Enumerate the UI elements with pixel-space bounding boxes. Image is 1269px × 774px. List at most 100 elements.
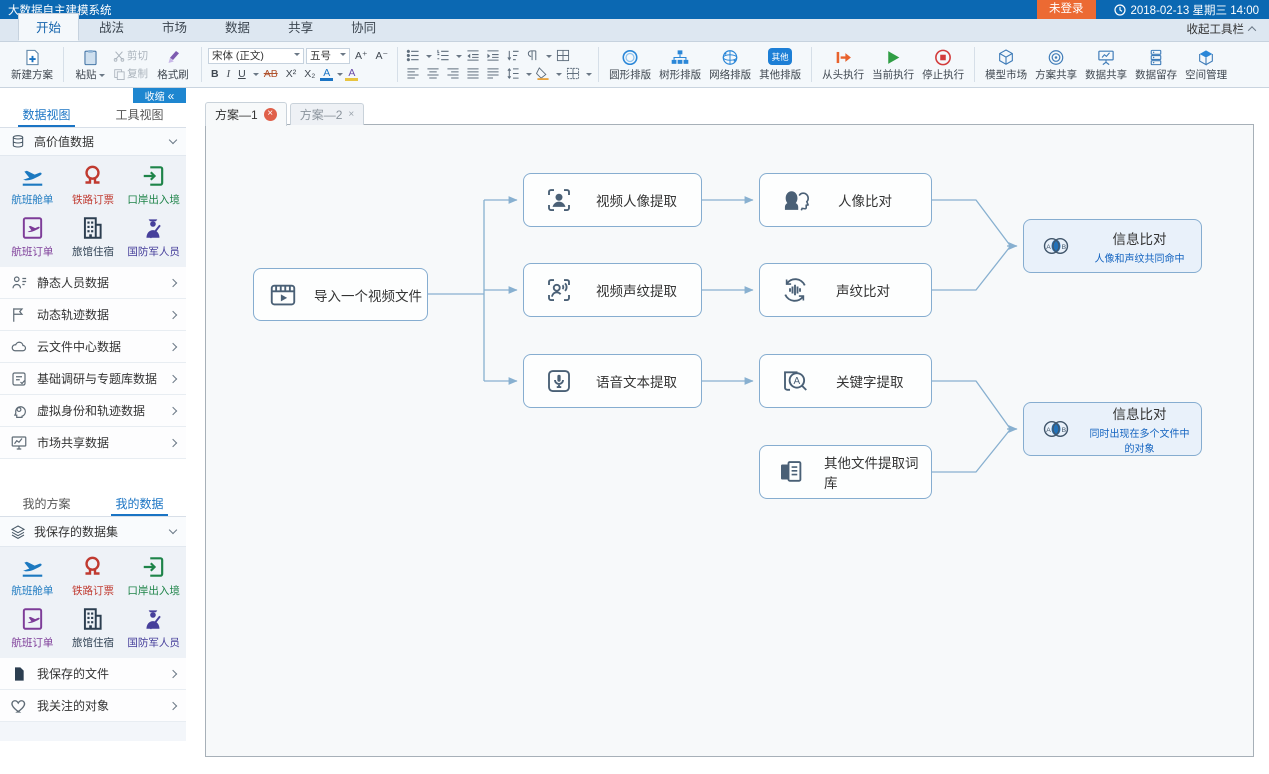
- close-tab-icon[interactable]: ×: [264, 108, 277, 121]
- plan-share-button[interactable]: 方案共享: [1031, 45, 1081, 84]
- cut-button[interactable]: 剪切: [110, 48, 151, 63]
- doc-tab-plan-1[interactable]: 方案—1 ×: [205, 102, 287, 126]
- tree-layout-button[interactable]: 树形排版: [655, 45, 705, 84]
- category-dynamic-trajectory[interactable]: 动态轨迹数据: [0, 299, 186, 331]
- sort-button[interactable]: [504, 48, 522, 63]
- flow-node-video-face-extract[interactable]: 视频人像提取: [523, 173, 702, 227]
- close-tab-icon[interactable]: ×: [348, 109, 354, 120]
- copy-button[interactable]: 复制: [110, 66, 151, 81]
- bold-button[interactable]: B: [208, 67, 222, 82]
- dataset-border-entry-exit[interactable]: 口岸出入境: [123, 554, 184, 598]
- dataset-flight-order[interactable]: 航班订单: [2, 606, 63, 650]
- ribbon-tab-home[interactable]: 开始: [18, 13, 79, 41]
- dataset-hotel-stay[interactable]: 旅馆住宿: [63, 606, 124, 650]
- ribbon-tab-collab[interactable]: 协同: [333, 13, 394, 41]
- section-saved-datasets[interactable]: 我保存的数据集: [0, 517, 186, 547]
- dataset-military-personnel[interactable]: 国防军人员: [123, 215, 184, 259]
- indent-decrease-button[interactable]: [464, 48, 482, 63]
- new-plan-button[interactable]: 新建方案: [7, 45, 57, 84]
- highlight-button[interactable]: A: [345, 68, 358, 81]
- flow-node-import-video[interactable]: 导入一个视频文件: [253, 268, 428, 321]
- superscript-button[interactable]: X²: [283, 67, 300, 82]
- strikethrough-button[interactable]: AB: [261, 67, 281, 82]
- collapse-toolbar-button[interactable]: 收起工具栏: [1187, 21, 1256, 41]
- flow-node-info-compare-2[interactable]: A B 信息比对 同时出现在多个文件中的对象: [1023, 402, 1202, 456]
- dropdown-caret: [294, 53, 300, 59]
- dataset-rail-ticket[interactable]: 铁路订票: [63, 163, 124, 207]
- italic-button[interactable]: I: [224, 67, 234, 82]
- flow-node-voiceprint-compare[interactable]: 声纹比对: [759, 263, 932, 317]
- font-family-select[interactable]: 宋体 (正文): [208, 48, 304, 64]
- flow-node-face-compare[interactable]: 人像比对: [759, 173, 932, 227]
- flow-node-keyword-extract[interactable]: A 关键字提取: [759, 354, 932, 408]
- align-left-button[interactable]: [404, 66, 422, 81]
- login-status-badge[interactable]: 未登录: [1037, 0, 1096, 19]
- dataset-hotel-stay[interactable]: 旅馆住宿: [63, 215, 124, 259]
- flow-node-other-file-lexicon[interactable]: 其他文件提取词库: [759, 445, 932, 499]
- flow-canvas[interactable]: 导入一个视频文件 视频人像提取 视频声纹提取: [205, 124, 1254, 757]
- table-button[interactable]: [554, 48, 572, 63]
- dataset-rail-ticket[interactable]: 铁路订票: [63, 554, 124, 598]
- dataset-military-personnel[interactable]: 国防军人员: [123, 606, 184, 650]
- ribbon-tab-tactics[interactable]: 战法: [81, 13, 142, 41]
- justify-button[interactable]: [464, 66, 482, 81]
- tab-tool-view[interactable]: 工具视图: [93, 104, 186, 127]
- my-saved-files[interactable]: 我保存的文件: [0, 658, 186, 690]
- circle-layout-button[interactable]: 圆形排版: [605, 45, 655, 84]
- category-research-thematic[interactable]: 基础调研与专题库数据: [0, 363, 186, 395]
- other-layout-button[interactable]: 其他 其他排版: [755, 45, 805, 84]
- data-share-button[interactable]: 数据共享: [1081, 45, 1131, 84]
- flow-node-speech-text-extract[interactable]: 语音文本提取: [523, 354, 702, 408]
- dataset-flight-manifest[interactable]: 航班舱单: [2, 163, 63, 207]
- font-color-button[interactable]: A: [320, 68, 333, 81]
- indent-increase-button[interactable]: [484, 48, 502, 63]
- dataset-flight-order[interactable]: 航班订单: [2, 215, 63, 259]
- tab-my-plans[interactable]: 我的方案: [0, 493, 93, 516]
- ribbon-tab-data[interactable]: 数据: [207, 13, 268, 41]
- shading-button[interactable]: [534, 66, 552, 81]
- category-market-shared[interactable]: 市场共享数据: [0, 427, 186, 459]
- dataset-flight-manifest[interactable]: 航班舱单: [2, 554, 63, 598]
- distribute-button[interactable]: [484, 66, 502, 81]
- ribbon-tab-share[interactable]: 共享: [270, 13, 331, 41]
- shrink-font-button[interactable]: A⁻: [373, 48, 392, 63]
- format-painter-button[interactable]: 格式刷: [151, 45, 195, 84]
- network-layout-button[interactable]: 网络排版: [705, 45, 755, 84]
- align-right-button[interactable]: [444, 66, 462, 81]
- run-current-button[interactable]: 当前执行: [868, 45, 918, 84]
- align-center-button[interactable]: [424, 66, 442, 81]
- underline-button[interactable]: U: [235, 67, 249, 82]
- section-high-value-data[interactable]: 高价值数据: [0, 128, 186, 156]
- paste-button[interactable]: 粘贴: [70, 45, 110, 84]
- space-mgmt-button[interactable]: 空间管理: [1181, 45, 1231, 84]
- font-size-select[interactable]: 五号: [306, 48, 350, 64]
- paragraph-mark-button[interactable]: [524, 48, 542, 63]
- dropdown-caret: [253, 73, 259, 79]
- run-from-start-button[interactable]: 从头执行: [818, 45, 868, 84]
- node-label: 人像比对: [838, 190, 892, 210]
- tab-my-data[interactable]: 我的数据: [93, 493, 186, 516]
- tab-data-view[interactable]: 数据视图: [0, 104, 93, 127]
- group-font: 宋体 (正文) 五号 A⁺ A⁻ B I U AB X² X₂ A: [205, 44, 394, 85]
- numbered-list-button[interactable]: [434, 48, 452, 63]
- stop-button[interactable]: 停止执行: [918, 45, 968, 84]
- borders-button[interactable]: [564, 66, 582, 81]
- category-cloud-file-center[interactable]: 云文件中心数据: [0, 331, 186, 363]
- subscript-button[interactable]: X₂: [301, 67, 318, 82]
- flow-node-info-compare-1[interactable]: A B 信息比对 人像和声纹共同命中: [1023, 219, 1202, 273]
- flow-node-video-voiceprint-extract[interactable]: 视频声纹提取: [523, 263, 702, 317]
- bullet-list-button[interactable]: [404, 48, 422, 63]
- doc-tab-plan-2[interactable]: 方案—2 ×: [290, 103, 365, 125]
- category-virtual-identity[interactable]: 虚拟身份和轨迹数据: [0, 395, 186, 427]
- category-static-personnel[interactable]: 静态人员数据: [0, 267, 186, 299]
- new-document-icon: [21, 48, 44, 67]
- my-followed-objects[interactable]: 我关注的对象: [0, 690, 186, 722]
- data-retention-button[interactable]: 数据留存: [1131, 45, 1181, 84]
- sidebar-collapse-button[interactable]: 收缩 «: [133, 88, 186, 103]
- dataset-border-entry-exit[interactable]: 口岸出入境: [123, 163, 184, 207]
- ribbon-tab-market[interactable]: 市场: [144, 13, 205, 41]
- box-icon: [1194, 48, 1218, 67]
- model-market-button[interactable]: 模型市场: [981, 45, 1031, 84]
- grow-font-button[interactable]: A⁺: [352, 48, 371, 63]
- line-spacing-button[interactable]: [504, 66, 522, 81]
